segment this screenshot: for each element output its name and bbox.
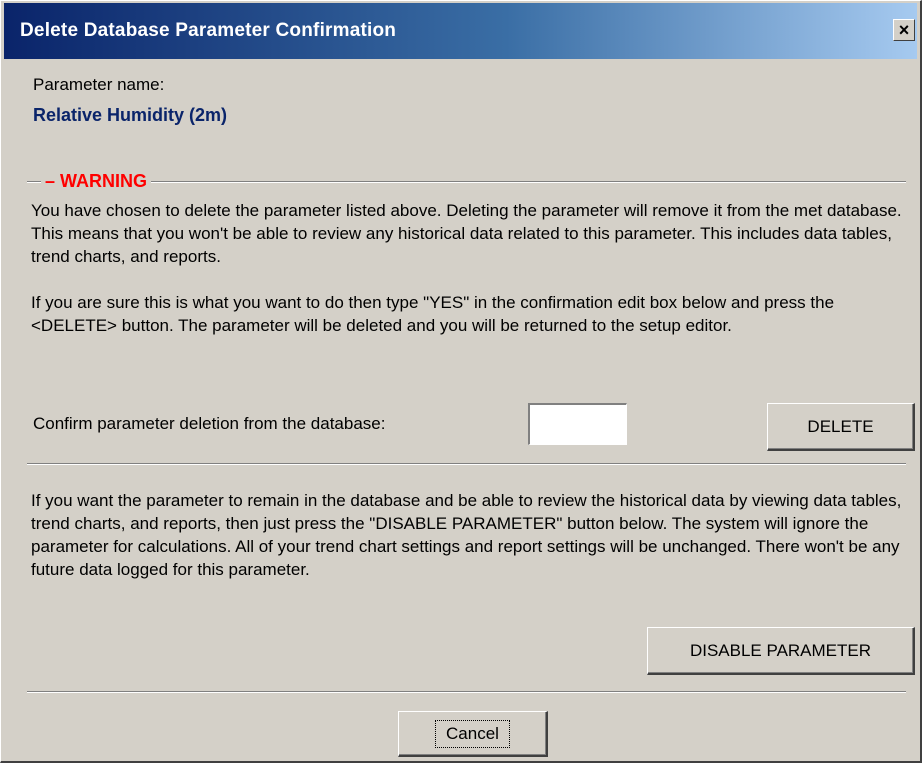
close-button[interactable]: × bbox=[893, 19, 915, 41]
section-divider bbox=[27, 463, 906, 465]
dialog-title: Delete Database Parameter Confirmation bbox=[20, 20, 397, 41]
close-icon: × bbox=[898, 20, 910, 40]
delete-button[interactable]: DELETE bbox=[767, 403, 915, 451]
title-bar[interactable]: Delete Database Parameter Confirmation × bbox=[4, 3, 917, 59]
parameter-name-label: Parameter name: bbox=[33, 75, 165, 94]
disable-paragraph: If you want the parameter to remain in t… bbox=[31, 491, 902, 579]
cancel-button-label: Cancel bbox=[435, 719, 510, 748]
confirm-input[interactable] bbox=[528, 403, 627, 445]
disable-parameter-button-label: DISABLE PARAMETER bbox=[689, 640, 872, 660]
disable-parameter-button[interactable]: DISABLE PARAMETER bbox=[647, 627, 915, 675]
confirm-label: Confirm parameter deletion from the data… bbox=[33, 414, 386, 433]
delete-button-label: DELETE bbox=[807, 416, 874, 436]
parameter-name-value: Relative Humidity (2m) bbox=[33, 105, 228, 125]
warning-group-divider bbox=[27, 181, 906, 183]
warning-paragraph-2: If you are sure this is what you want to… bbox=[31, 293, 835, 335]
cancel-button[interactable]: Cancel bbox=[398, 711, 548, 757]
warning-heading: – WARNING bbox=[41, 171, 152, 192]
dialog-window: Delete Database Parameter Confirmation ×… bbox=[0, 0, 922, 763]
footer-divider bbox=[27, 691, 906, 693]
warning-paragraph-1: You have chosen to delete the parameter … bbox=[31, 201, 902, 266]
